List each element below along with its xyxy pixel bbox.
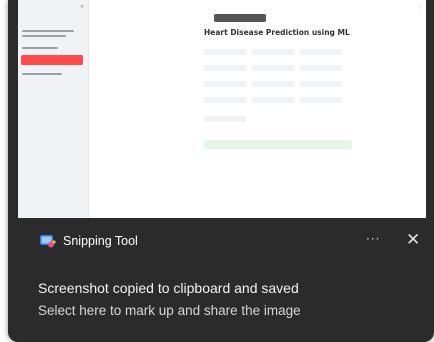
snipping-tool-icon [40,235,56,248]
preview-sidebar-active-item [21,55,83,65]
preview-input [252,97,294,103]
preview-input [204,81,246,87]
preview-top-button [214,14,266,22]
notification-body[interactable]: Select here to mark up and share the ima… [38,303,301,318]
notification-header: Snipping Tool ··· ✕ [8,228,434,258]
preview-input [204,65,246,71]
notification-title[interactable]: Screenshot copied to clipboard and saved [38,280,299,296]
preview-sidebar: × [18,0,89,218]
preview-sidebar-text [22,47,58,49]
notification-app-name: Snipping Tool [63,234,138,248]
close-icon[interactable]: ✕ [406,230,420,250]
preview-input [300,97,342,103]
preview-predict-button [204,128,244,135]
preview-input [300,81,342,87]
preview-page-title: Heart Disease Prediction using ML [204,28,350,37]
preview-input [204,97,246,103]
preview-menu-icon: ⋮ [418,4,422,9]
snipping-tool-notification[interactable]: × ⋮ Heart Disease Prediction using ML Sn… [8,0,434,342]
preview-input [204,116,246,122]
more-options-icon[interactable]: ··· [366,232,380,246]
preview-sidebar-text [22,35,66,37]
preview-input [204,49,246,55]
preview-input [252,81,294,87]
preview-sidebar-text [22,73,62,75]
preview-sidebar-text [22,30,74,32]
preview-input [300,65,342,71]
preview-input [252,65,294,71]
preview-input [300,49,342,55]
preview-sidebar-close-icon: × [80,4,85,10]
preview-result-banner [204,140,352,149]
preview-input [252,49,294,55]
screenshot-preview[interactable]: × ⋮ Heart Disease Prediction using ML [18,0,426,218]
